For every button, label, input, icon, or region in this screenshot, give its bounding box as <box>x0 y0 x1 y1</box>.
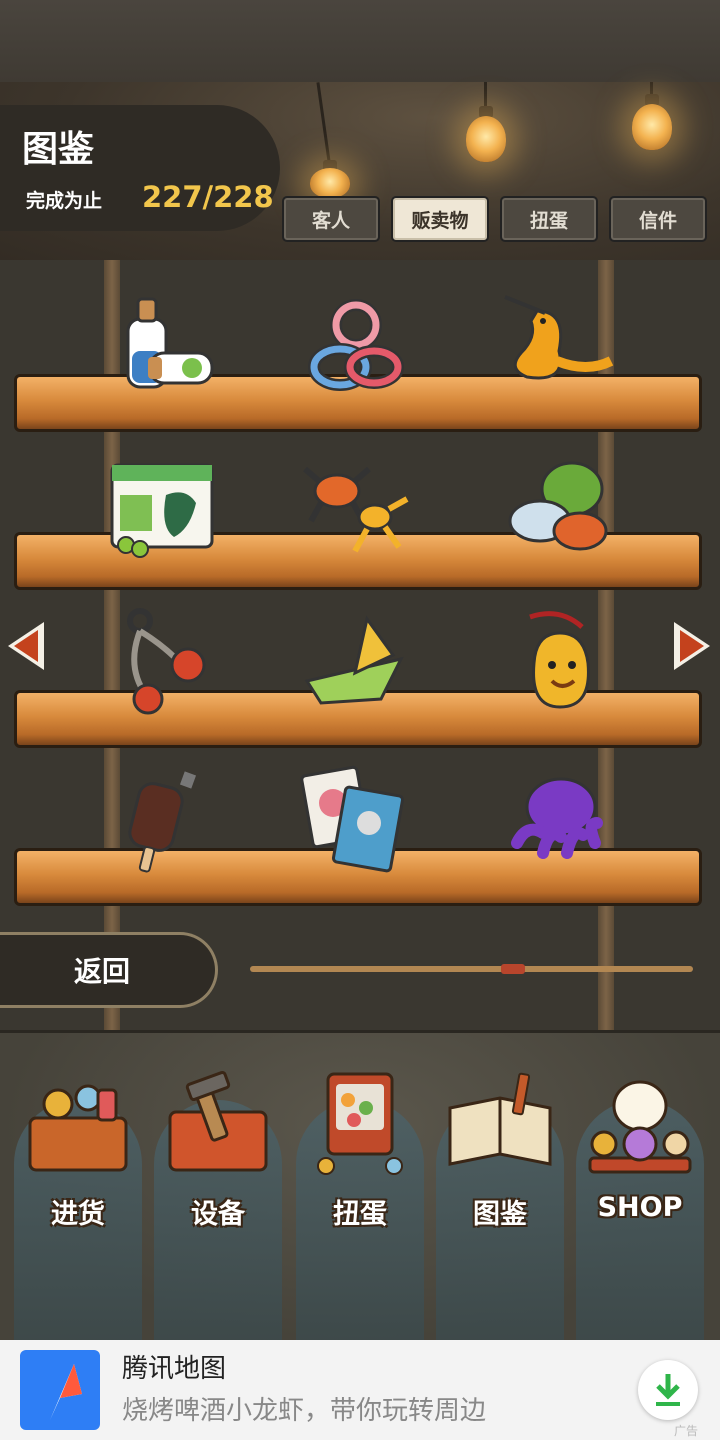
toolbox-icon <box>168 1070 268 1172</box>
menu-shop-label: SHOP <box>597 1192 683 1223</box>
menu-encyclopedia-button[interactable]: 图鉴 <box>436 1060 564 1340</box>
rubber-rings-icon[interactable] <box>297 288 415 406</box>
octopus-toy-icon[interactable] <box>497 760 615 878</box>
page-scroll-thumb[interactable] <box>501 964 525 974</box>
menu-equipment-label: 设备 <box>191 1199 245 1230</box>
progress-value: 227/228 <box>142 180 274 214</box>
bottles-icon[interactable] <box>103 288 221 406</box>
clacker-toy-icon[interactable] <box>103 604 221 722</box>
cards-icon[interactable] <box>297 760 415 878</box>
light-bulb-icon <box>466 116 506 162</box>
light-bulb-icon <box>632 104 672 150</box>
next-page-arrow-icon[interactable] <box>670 618 714 674</box>
menu-stock-label: 进货 <box>51 1199 105 1230</box>
menu-gacha-label: 扭蛋 <box>333 1199 387 1230</box>
tab-gacha[interactable]: 扭蛋 <box>500 196 598 242</box>
toy-insects-icon[interactable] <box>297 448 415 566</box>
menu-encyclopedia-label: 图鉴 <box>473 1199 527 1230</box>
previous-page-arrow-icon[interactable] <box>4 618 48 674</box>
marbles-icon[interactable] <box>497 448 615 566</box>
page-title: 图鉴 <box>22 129 95 170</box>
ad-title: 腾讯地图 <box>122 1354 227 1384</box>
ad-description: 烧烤啤酒小龙虾，带你玩转周边 <box>122 1396 487 1426</box>
download-button[interactable] <box>638 1360 698 1420</box>
tab-merchandise[interactable]: 贩卖物 <box>391 196 489 242</box>
page-scrollbar[interactable] <box>250 966 693 972</box>
back-button[interactable]: 返回 <box>0 932 218 1008</box>
squeaky-toy-icon[interactable] <box>497 288 615 406</box>
tencent-maps-logo-icon <box>20 1350 100 1430</box>
stock-basket-icon <box>28 1084 128 1172</box>
light-bulb-icon <box>310 168 350 198</box>
menu-shop-button[interactable]: SHOP <box>576 1060 704 1340</box>
menu-equipment-button[interactable]: 设备 <box>154 1060 282 1340</box>
progress-label: 完成为止 <box>26 190 103 212</box>
paper-boat-icon[interactable] <box>297 604 415 722</box>
menu-stock-button[interactable]: 进货 <box>14 1060 142 1340</box>
apple-box-icon[interactable] <box>103 448 221 566</box>
gacha-machine-icon <box>317 1072 403 1175</box>
tab-customers[interactable]: 客人 <box>282 196 380 242</box>
top-bar <box>0 0 720 82</box>
lucky-cat-icon <box>588 1080 692 1174</box>
ice-bar-icon[interactable] <box>103 760 221 878</box>
menu-gacha-button[interactable]: 扭蛋 <box>296 1060 424 1340</box>
bell-charm-icon[interactable] <box>497 604 615 722</box>
open-book-icon <box>448 1072 552 1166</box>
download-icon <box>656 1374 680 1406</box>
ad-badge: 广告 <box>674 1424 699 1438</box>
tab-letters[interactable]: 信件 <box>609 196 707 242</box>
